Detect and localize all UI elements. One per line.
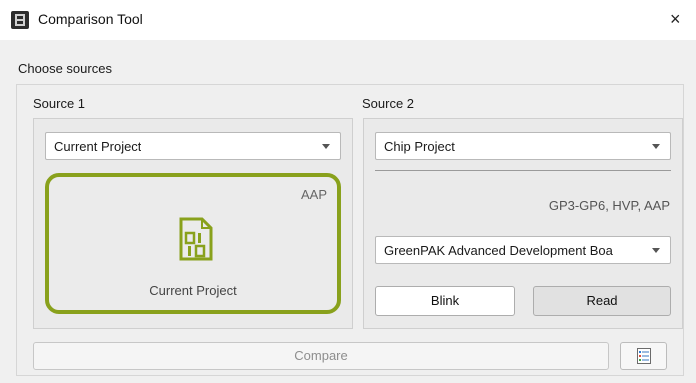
report-list-icon [637, 348, 651, 364]
board-dropdown[interactable]: GreenPAK Advanced Development Boa [375, 236, 671, 264]
close-icon[interactable]: × [670, 4, 696, 34]
blink-button[interactable]: Blink [375, 286, 515, 316]
report-button[interactable] [620, 342, 667, 370]
chevron-down-icon [652, 248, 660, 253]
group-label: Choose sources [18, 61, 112, 76]
window-title: Comparison Tool [38, 11, 143, 27]
app-icon [11, 11, 29, 29]
chevron-down-icon [652, 144, 660, 149]
title-bar: Comparison Tool × [0, 0, 696, 40]
card-caption: Current Project [149, 283, 237, 298]
source1-dropdown-value: Current Project [54, 139, 142, 154]
source2-label: Source 2 [362, 96, 415, 111]
current-project-card[interactable]: AAP Current Project [45, 173, 341, 314]
source2-dropdown-value: Chip Project [384, 139, 455, 154]
compare-button[interactable]: Compare [33, 342, 609, 370]
read-button[interactable]: Read [533, 286, 671, 316]
binary-file-icon [179, 217, 213, 261]
board-dropdown-value: GreenPAK Advanced Development Boa [384, 243, 613, 258]
chevron-down-icon [322, 144, 330, 149]
source2-dropdown[interactable]: Chip Project [375, 132, 671, 160]
chip-info: GP3-GP6, HVP, AAP [548, 198, 670, 213]
source1-dropdown[interactable]: Current Project [45, 132, 341, 160]
separator [375, 170, 671, 171]
aap-tag: AAP [300, 187, 327, 202]
source1-label: Source 1 [33, 96, 86, 111]
